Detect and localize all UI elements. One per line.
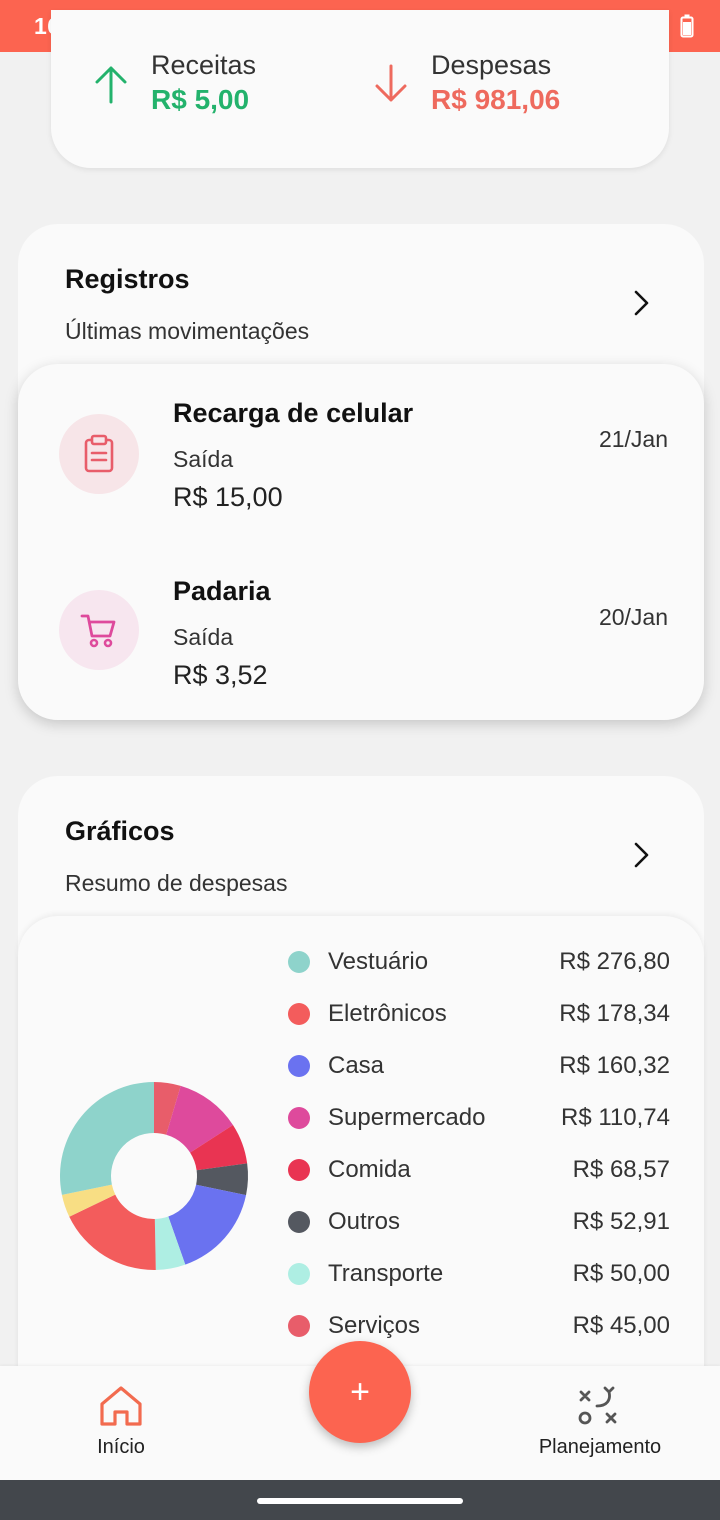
legend-item: Supermercado R$ 110,74 xyxy=(288,1098,670,1138)
legend-value: R$ 45,00 xyxy=(572,1312,670,1339)
legend-name: Casa xyxy=(328,1052,385,1079)
arrow-down-icon xyxy=(375,64,407,102)
legend-item: Eletrônicos R$ 178,34 xyxy=(288,994,670,1034)
expense-donut-chart[interactable] xyxy=(58,1080,250,1272)
legend-name: Comida xyxy=(328,1156,411,1183)
record-amount: R$ 15,00 xyxy=(173,482,283,512)
record-icon-badge xyxy=(59,590,139,670)
record-amount: R$ 3,52 xyxy=(173,660,268,690)
legend-dot xyxy=(288,951,310,973)
legend-name: Transporte xyxy=(328,1260,444,1287)
legend-item: Comida R$ 68,57 xyxy=(288,1150,670,1190)
legend-dot xyxy=(288,1107,310,1129)
legend-dot xyxy=(288,1263,310,1285)
record-item[interactable]: Recarga de celular Saída R$ 15,00 21/Jan xyxy=(18,384,704,524)
record-item[interactable]: Padaria Saída R$ 3,52 20/Jan xyxy=(18,562,704,702)
nav-planning[interactable]: Planejamento xyxy=(520,1384,680,1459)
records-title: Registros xyxy=(65,264,190,294)
record-type: Saída xyxy=(173,446,234,472)
record-type: Saída xyxy=(173,624,234,650)
legend-value: R$ 52,91 xyxy=(572,1208,670,1235)
donut-slice-vestuário[interactable] xyxy=(60,1082,154,1195)
arrow-up-icon xyxy=(95,66,127,104)
legend-value: R$ 50,00 xyxy=(572,1260,670,1287)
nav-planning-label: Planejamento xyxy=(538,1436,662,1458)
charts-chevron-right-icon[interactable] xyxy=(628,840,654,870)
home-gesture-pill[interactable] xyxy=(257,1498,463,1504)
legend-dot xyxy=(288,1055,310,1077)
records-list: Recarga de celular Saída R$ 15,00 21/Jan… xyxy=(18,364,704,720)
expense-label: Despesas xyxy=(431,50,552,80)
income-summary[interactable]: Receitas R$ 5,00 xyxy=(91,50,256,120)
legend-dot xyxy=(288,1003,310,1025)
legend-value: R$ 276,80 xyxy=(559,948,670,975)
expense-summary[interactable]: Despesas R$ 981,06 xyxy=(371,50,560,120)
legend-name: Serviços xyxy=(328,1312,421,1339)
record-date: 21/Jan xyxy=(598,426,668,452)
charts-title: Gráficos xyxy=(65,816,175,846)
battery-icon xyxy=(680,14,694,38)
legend-name: Eletrônicos xyxy=(328,1000,447,1027)
legend-value: R$ 110,74 xyxy=(561,1104,670,1131)
legend-dot xyxy=(288,1315,310,1337)
record-icon-badge xyxy=(59,414,139,494)
records-chevron-right-icon[interactable] xyxy=(628,288,654,318)
legend-dot xyxy=(288,1159,310,1181)
legend-value: R$ 68,57 xyxy=(572,1156,670,1183)
charts-subtitle: Resumo de despesas xyxy=(65,870,288,896)
expense-value: R$ 981,06 xyxy=(431,84,561,115)
nav-home[interactable]: Início xyxy=(72,1384,170,1459)
legend-item: Serviços R$ 45,00 xyxy=(288,1306,670,1346)
legend-name: Outros xyxy=(328,1208,401,1235)
record-title: Recarga de celular xyxy=(173,398,414,428)
clipboard-icon xyxy=(84,434,114,473)
record-date: 20/Jan xyxy=(598,604,668,630)
strategy-icon xyxy=(578,1386,617,1425)
legend-item: Casa R$ 160,32 xyxy=(288,1046,670,1086)
nav-home-label: Início xyxy=(97,1436,145,1458)
legend-value: R$ 178,34 xyxy=(559,1000,670,1027)
legend-name: Vestuário xyxy=(328,948,429,975)
legend-value: R$ 160,32 xyxy=(559,1052,670,1079)
cart-icon xyxy=(80,614,116,648)
balance-summary-card: Receitas R$ 5,00 Despesas R$ 981,06 xyxy=(51,10,669,168)
legend-item: Transporte R$ 50,00 xyxy=(288,1254,670,1294)
records-card: Registros Últimas movimentações Recarga … xyxy=(18,224,704,720)
record-title: Padaria xyxy=(173,576,271,606)
records-subtitle: Últimas movimentações xyxy=(65,318,310,344)
add-transaction-button[interactable]: + xyxy=(309,1341,411,1443)
legend-item: Vestuário R$ 276,80 xyxy=(288,942,670,982)
legend-item: Outros R$ 52,91 xyxy=(288,1202,670,1242)
system-navigation-bar xyxy=(0,1480,720,1520)
legend-name: Supermercado xyxy=(328,1104,486,1131)
income-label: Receitas xyxy=(151,50,257,80)
income-value: R$ 5,00 xyxy=(151,84,250,115)
legend-dot xyxy=(288,1211,310,1233)
home-icon xyxy=(100,1386,142,1426)
